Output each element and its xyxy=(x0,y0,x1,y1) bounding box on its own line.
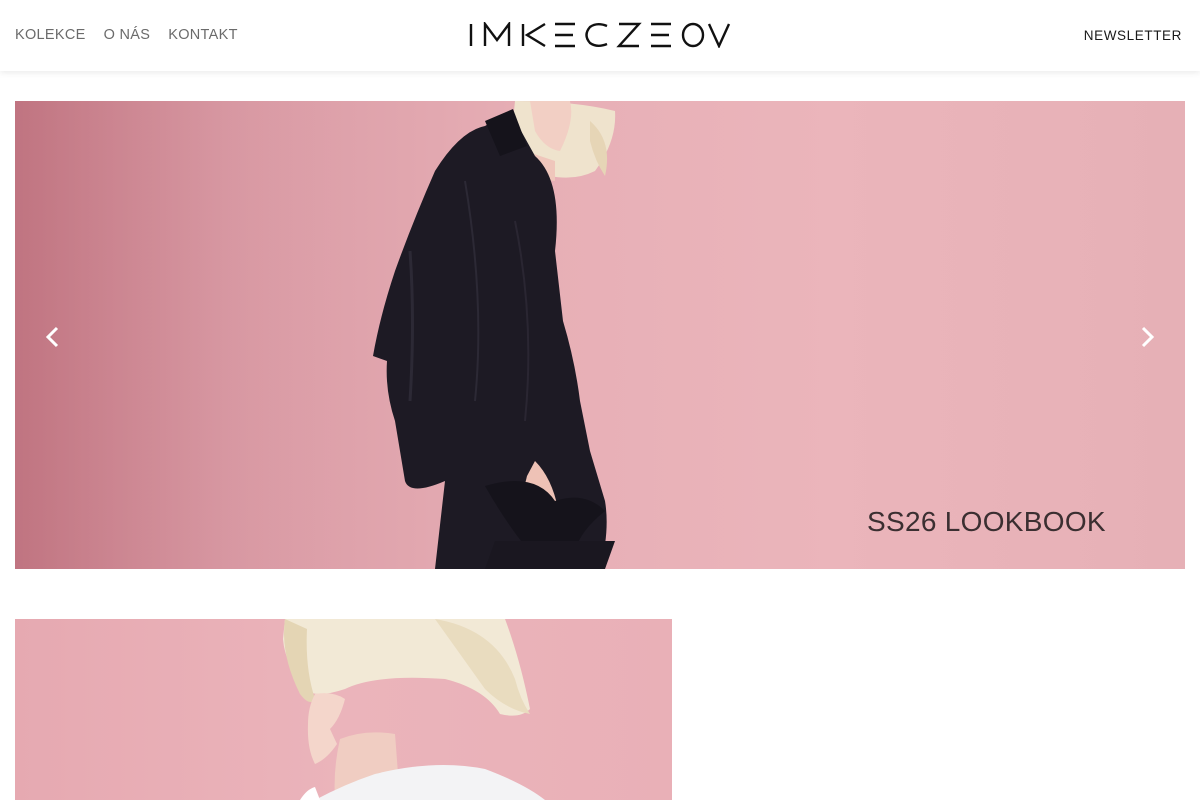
site-header: KOLEKCE O NÁS KONTAKT NEWSLETTER xyxy=(0,0,1200,71)
nav-kolekce[interactable]: KOLEKCE xyxy=(15,27,86,43)
nav-o-nas[interactable]: O NÁS xyxy=(104,27,151,43)
main-nav: KOLEKCE O NÁS KONTAKT xyxy=(15,27,256,43)
brand-logo[interactable] xyxy=(469,22,731,48)
chevron-left-icon[interactable] xyxy=(40,323,68,351)
collection-image xyxy=(283,619,545,800)
chevron-right-icon[interactable] xyxy=(1132,323,1160,351)
collection-tile[interactable] xyxy=(15,619,672,800)
newsletter-link[interactable]: NEWSLETTER xyxy=(1084,28,1182,43)
hero-slider: SS26 LOOKBOOK xyxy=(15,101,1185,569)
hero-image xyxy=(15,101,1185,569)
nav-kontakt[interactable]: KONTAKT xyxy=(168,27,238,43)
hero-caption[interactable]: SS26 LOOKBOOK xyxy=(867,506,1106,538)
